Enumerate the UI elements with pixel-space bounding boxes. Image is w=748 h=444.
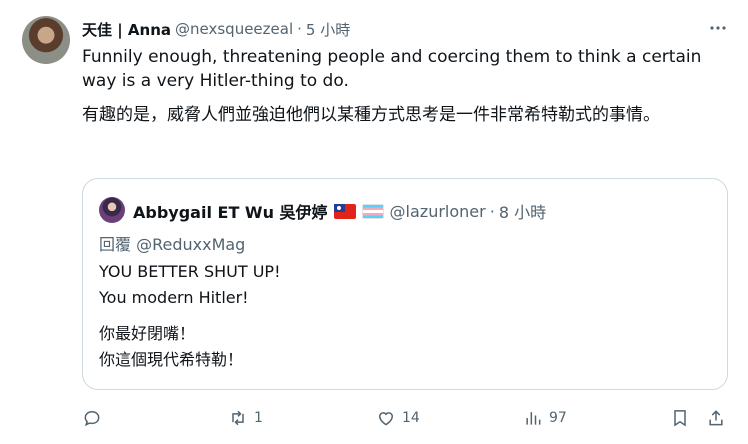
taiwan-flag-icon: [333, 203, 356, 219]
quoted-tweet[interactable]: Abbygail ET Wu 吳伊婷 @lazurloner · 8 小時 回覆…: [82, 178, 728, 390]
views-button[interactable]: 97: [523, 408, 567, 428]
tweet-text-zh: 有趣的是，威脅人們並強迫他們以某種方式思考是一件非常希特勒式的事情。: [82, 105, 660, 125]
quoted-line-1: YOU BETTER SHUT UP!: [99, 262, 281, 281]
heart-icon: [378, 412, 394, 426]
action-bar: 1 14 97: [82, 408, 730, 438]
quoted-tweet-time[interactable]: 8 小時: [499, 199, 546, 223]
like-count: 14: [402, 410, 420, 426]
quoted-author-avatar[interactable]: [99, 197, 125, 223]
like-button[interactable]: 14: [376, 408, 420, 428]
bookmark-icon: [674, 410, 686, 427]
quoted-author-name[interactable]: Abbygail ET Wu 吳伊婷: [133, 199, 328, 223]
retweet-icon: [232, 410, 244, 426]
quoted-line-3: 你最好閉嘴！: [99, 324, 196, 343]
quoted-line-2: You modern Hitler!: [99, 288, 249, 307]
quoted-author-handle[interactable]: @lazurloner: [390, 202, 486, 221]
reply-button[interactable]: [82, 408, 108, 428]
quoted-tweet-body: YOU BETTER SHUT UP! You modern Hitler! 你…: [99, 259, 699, 383]
quoted-line-4: 你這個現代希特勒！: [99, 350, 244, 369]
share-icon: [709, 410, 723, 426]
author-name[interactable]: 天佳 | Anna: [82, 19, 171, 40]
views-count: 97: [549, 410, 567, 426]
share-button[interactable]: [706, 408, 726, 428]
tweet-text-en: Funnily enough, threatening people and c…: [82, 47, 702, 91]
tweet-body: Funnily enough, threatening people and c…: [82, 45, 722, 137]
more-options-button[interactable]: [706, 16, 730, 40]
author-avatar[interactable]: [22, 16, 70, 64]
quoted-separator-dot: ·: [489, 201, 495, 221]
retweet-count: 1: [254, 410, 263, 426]
views-chart-icon: [526, 412, 541, 425]
reply-icon: [84, 410, 100, 427]
separator-dot: ·: [297, 20, 302, 38]
more-icon: [710, 26, 726, 30]
retweet-button[interactable]: 1: [228, 408, 263, 428]
author-handle[interactable]: @nexsqueezeal: [175, 20, 293, 38]
quoted-tweet-header: Abbygail ET Wu 吳伊婷 @lazurloner · 8 小時: [133, 199, 546, 223]
tweet-time[interactable]: 5 小時: [306, 19, 350, 40]
bookmark-button[interactable]: [670, 408, 690, 428]
reply-to-label: 回覆 @ReduxxMag: [99, 235, 246, 254]
tweet-header: 天佳 | Anna @nexsqueezeal · 5 小時: [82, 18, 728, 40]
trans-flag-icon: [361, 203, 384, 219]
